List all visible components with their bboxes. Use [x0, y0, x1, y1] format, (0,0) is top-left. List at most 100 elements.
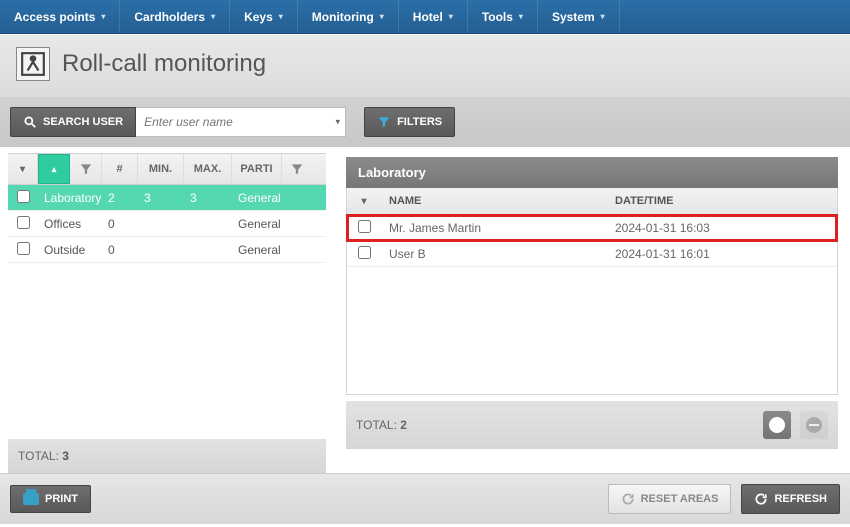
- areas-panel: ▾ ▴ # MIN. MAX. PARTI Laboratory 2 3 3 G…: [0, 147, 334, 473]
- search-toolbar: SEARCH USER ▾ FILTERS: [0, 97, 850, 147]
- detail-row-checkbox[interactable]: [358, 246, 371, 259]
- search-user-input[interactable]: [136, 107, 346, 137]
- nav-tools[interactable]: Tools ▾: [468, 0, 538, 33]
- area-row[interactable]: Offices 0 General: [8, 211, 326, 237]
- top-nav: Access points ▾ Cardholders ▾ Keys ▾ Monito…: [0, 0, 850, 34]
- chevron-down-icon: ▾: [101, 12, 105, 21]
- refresh-icon: [754, 492, 768, 506]
- col-min[interactable]: MIN.: [138, 154, 184, 184]
- title-bar: Roll-call monitoring: [0, 34, 850, 97]
- areas-total-label: TOTAL:: [18, 449, 59, 463]
- chevron-down-icon: ▾: [361, 196, 366, 207]
- search-user-group: SEARCH USER ▾: [10, 107, 346, 137]
- print-icon: [23, 493, 39, 505]
- chevron-down-icon: ▾: [211, 12, 215, 21]
- area-name: Offices: [38, 217, 102, 231]
- search-user-button[interactable]: SEARCH USER: [10, 107, 136, 137]
- area-row-checkbox[interactable]: [17, 216, 30, 229]
- detail-total-value: 2: [400, 418, 407, 432]
- area-count: 2: [102, 191, 138, 205]
- nav-label: Cardholders: [134, 10, 205, 24]
- minus-icon: [806, 417, 822, 433]
- sort-asc-icon: ▴: [52, 164, 57, 175]
- detail-list: Mr. James Martin 2024-01-31 16:03 User B…: [346, 215, 838, 395]
- filter-partition-button[interactable]: [282, 154, 312, 184]
- detail-name: Mr. James Martin: [381, 221, 607, 235]
- area-min: 3: [138, 191, 184, 205]
- add-button[interactable]: [763, 411, 791, 439]
- areas-total-bar: TOTAL: 3: [8, 439, 326, 473]
- filters-label: FILTERS: [397, 116, 442, 128]
- areas-total-value: 3: [62, 449, 69, 463]
- nav-label: Keys: [244, 10, 273, 24]
- area-row[interactable]: Laboratory 2 3 3 General: [8, 185, 326, 211]
- reset-areas-label: RESET AREAS: [641, 493, 719, 505]
- detail-grid-header: ▾ NAME DATE/TIME: [346, 188, 838, 215]
- nav-label: Access points: [14, 10, 95, 24]
- nav-label: Monitoring: [312, 10, 374, 24]
- detail-datetime: 2024-01-31 16:03: [607, 221, 837, 235]
- filter-icon: [290, 162, 304, 176]
- refresh-icon: [621, 492, 635, 506]
- col-max[interactable]: MAX.: [184, 154, 232, 184]
- refresh-label: REFRESH: [774, 493, 827, 505]
- nav-monitoring[interactable]: Monitoring ▾: [298, 0, 399, 33]
- area-count: 0: [102, 243, 138, 257]
- main-split: ▾ ▴ # MIN. MAX. PARTI Laboratory 2 3 3 G…: [0, 147, 850, 473]
- nav-label: Tools: [482, 10, 513, 24]
- nav-label: System: [552, 10, 595, 24]
- filters-button[interactable]: FILTERS: [364, 107, 455, 137]
- detail-expand-toggle[interactable]: ▾: [347, 189, 381, 214]
- chevron-down-icon: ▾: [601, 12, 605, 21]
- rollcall-icon: [16, 47, 50, 81]
- nav-label: Hotel: [413, 10, 443, 24]
- detail-row[interactable]: Mr. James Martin 2024-01-31 16:03: [347, 215, 837, 241]
- filter-icon: [79, 162, 93, 176]
- chevron-down-icon: ▾: [380, 12, 384, 21]
- area-row-checkbox[interactable]: [17, 242, 30, 255]
- col-datetime[interactable]: DATE/TIME: [607, 188, 837, 214]
- area-name: Outside: [38, 243, 102, 257]
- nav-system[interactable]: System ▾: [538, 0, 620, 33]
- detail-row[interactable]: User B 2024-01-31 16:01: [347, 241, 837, 267]
- sort-asc-button[interactable]: ▴: [38, 154, 70, 184]
- footer-bar: PRINT RESET AREAS REFRESH: [0, 473, 850, 524]
- detail-title: Laboratory: [346, 157, 838, 188]
- chevron-down-icon: ▾: [449, 12, 453, 21]
- areas-grid-header: ▾ ▴ # MIN. MAX. PARTI: [8, 153, 326, 185]
- detail-total-bar: TOTAL: 2: [346, 401, 838, 449]
- remove-button[interactable]: [800, 411, 828, 439]
- search-user-label: SEARCH USER: [43, 116, 123, 128]
- detail-row-checkbox[interactable]: [358, 220, 371, 233]
- area-row-checkbox[interactable]: [17, 190, 30, 203]
- area-partition: General: [232, 217, 308, 231]
- area-row[interactable]: Outside 0 General: [8, 237, 326, 263]
- area-max: 3: [184, 191, 232, 205]
- nav-cardholders[interactable]: Cardholders ▾: [120, 0, 230, 33]
- col-name[interactable]: NAME: [381, 188, 607, 214]
- detail-panel: Laboratory ▾ NAME DATE/TIME Mr. James Ma…: [334, 147, 850, 473]
- area-name: Laboratory: [38, 191, 102, 205]
- area-partition: General: [232, 243, 308, 257]
- nav-access-points[interactable]: Access points ▾: [0, 0, 120, 33]
- expand-all-toggle[interactable]: ▾: [8, 154, 38, 184]
- refresh-button[interactable]: REFRESH: [741, 484, 840, 514]
- page-title: Roll-call monitoring: [62, 50, 266, 78]
- detail-total-label: TOTAL:: [356, 418, 397, 432]
- area-count: 0: [102, 217, 138, 231]
- nav-keys[interactable]: Keys ▾: [230, 0, 298, 33]
- area-partition: General: [232, 191, 308, 205]
- col-partition[interactable]: PARTI: [232, 154, 282, 184]
- print-button[interactable]: PRINT: [10, 485, 91, 513]
- chevron-down-icon: ▾: [519, 12, 523, 21]
- col-count[interactable]: #: [102, 154, 138, 184]
- plus-icon: [769, 417, 785, 433]
- print-label: PRINT: [45, 493, 78, 505]
- nav-hotel[interactable]: Hotel ▾: [399, 0, 468, 33]
- chevron-down-icon: ▾: [20, 164, 25, 175]
- filter-name-button[interactable]: [70, 154, 102, 184]
- chevron-down-icon: ▾: [279, 12, 283, 21]
- detail-name: User B: [381, 247, 607, 261]
- reset-areas-button[interactable]: RESET AREAS: [608, 484, 732, 514]
- search-icon: [23, 115, 37, 129]
